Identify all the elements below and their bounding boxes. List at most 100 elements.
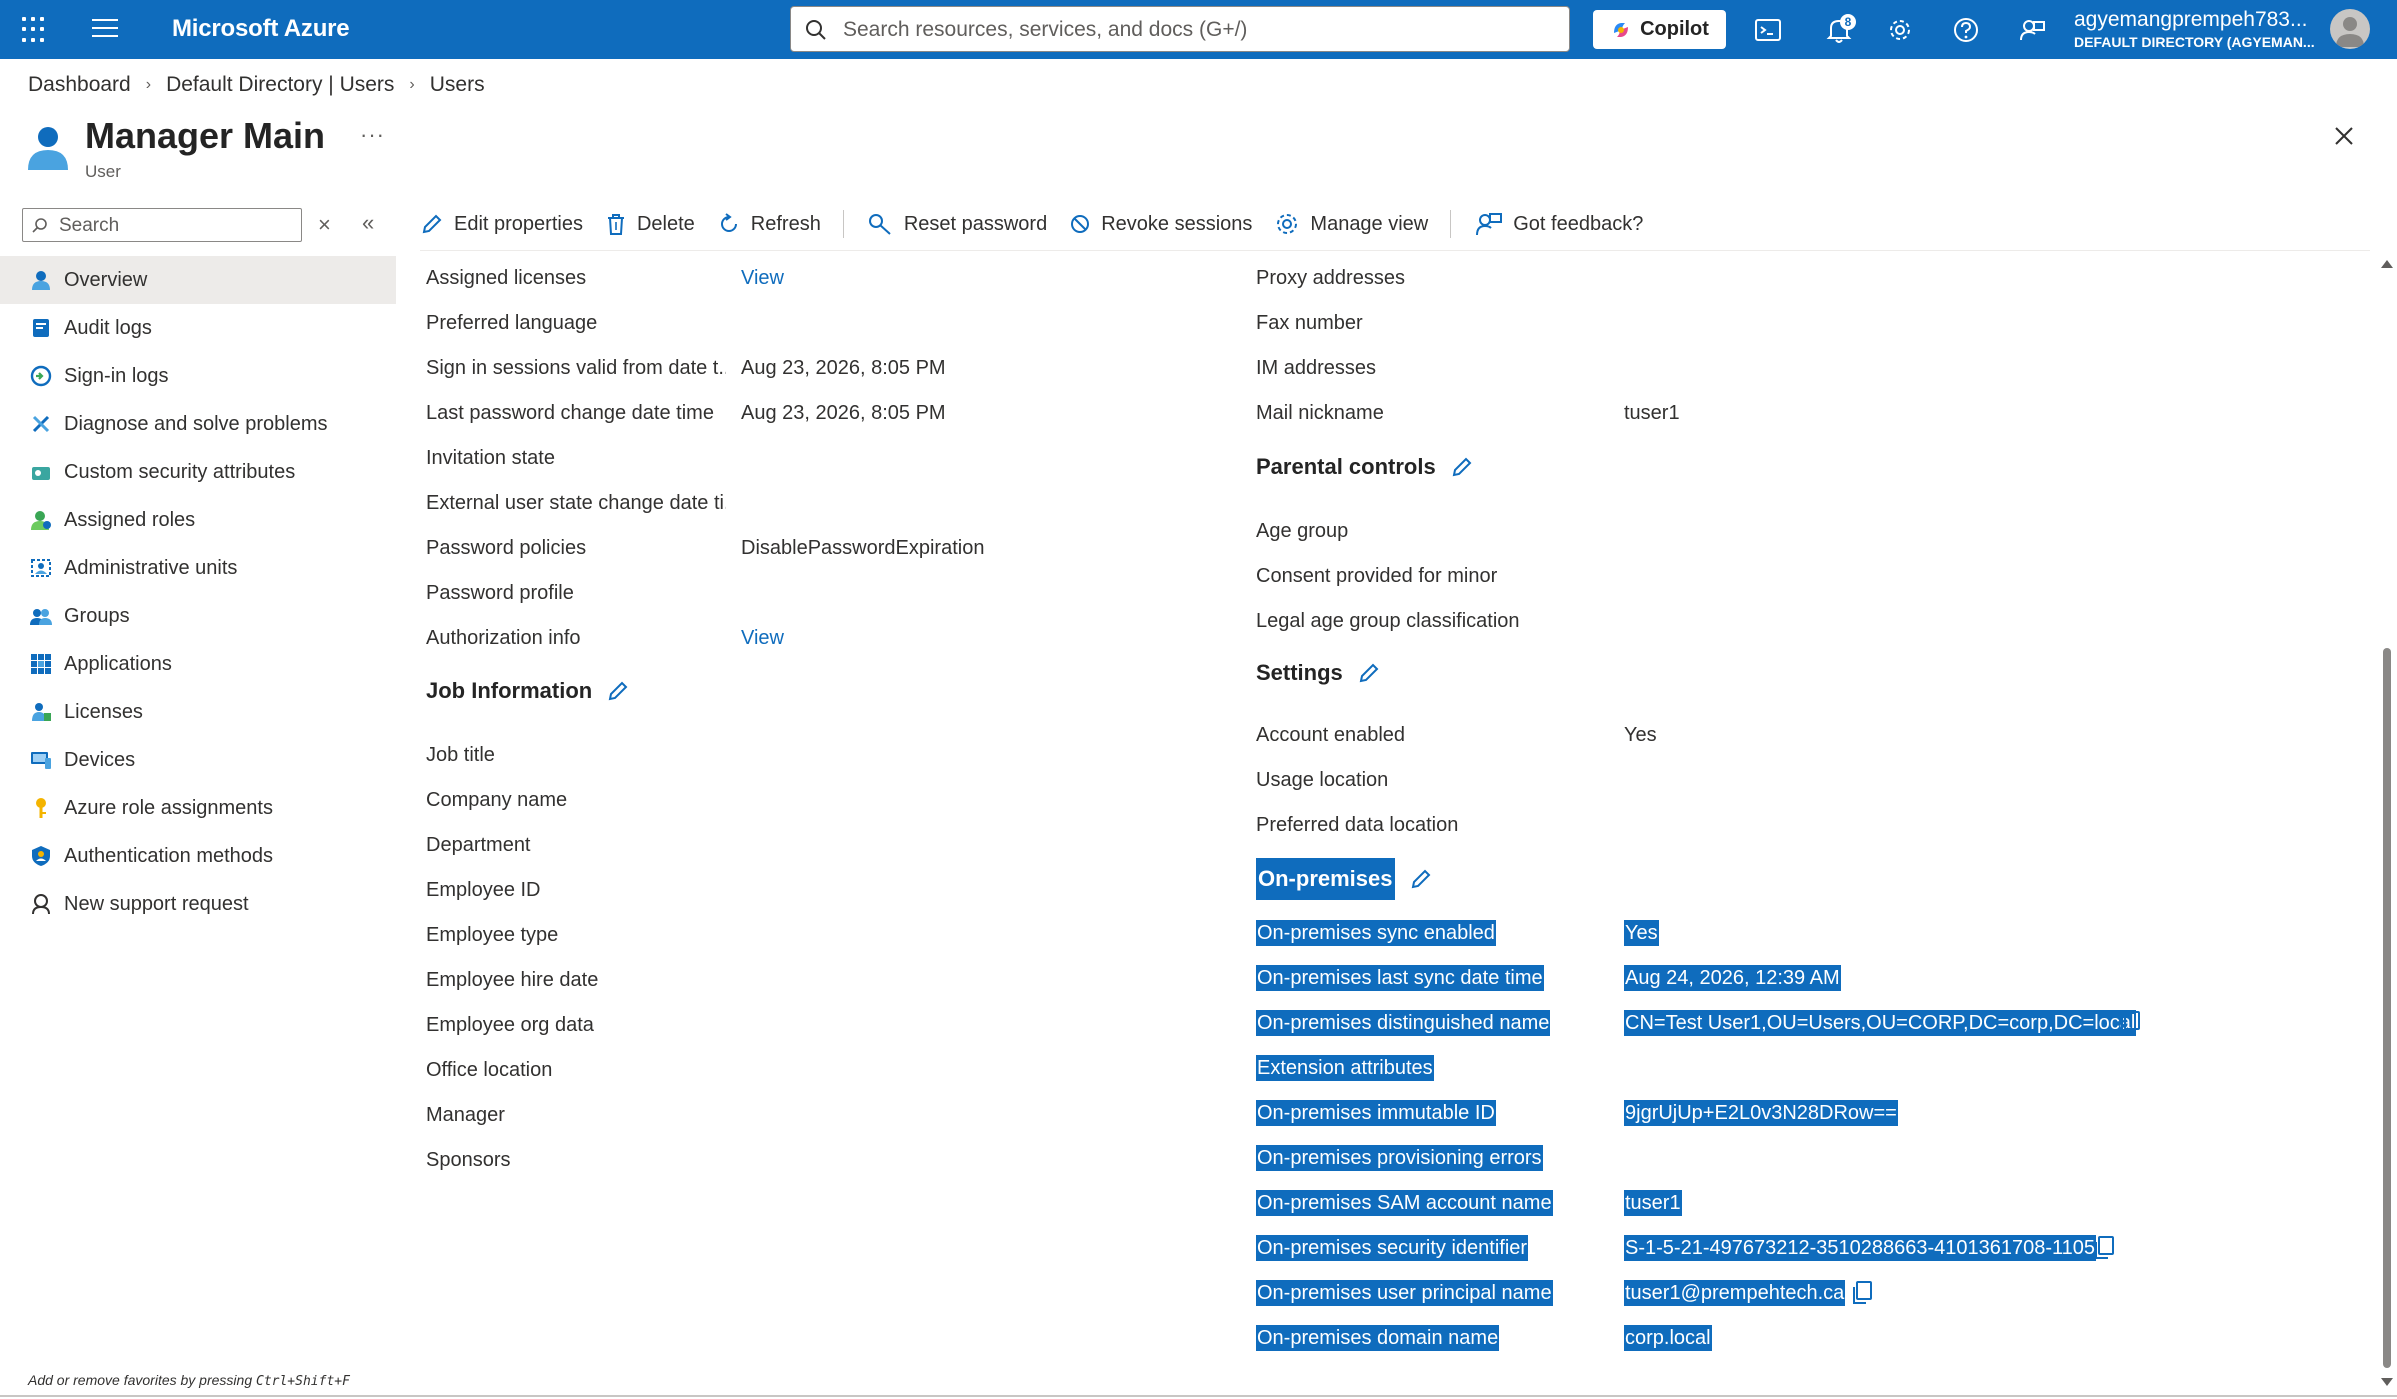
property-label: Preferred data location [1256,814,1459,836]
property-label: Password policies [426,537,587,559]
copy-icon[interactable] [2118,1010,2142,1036]
wrench-icon [28,411,54,437]
property-label: Authorization info [426,627,581,649]
breadcrumb-users[interactable]: Users [430,73,485,97]
notifications-icon[interactable]: 8 [1823,14,1856,46]
property-label: On-premises distinguished name [1256,1010,1551,1036]
nav-item-authentication-methods[interactable]: Authentication methods [0,832,396,880]
property-label: Password profile [426,582,574,604]
nav-item-azure-role-assignments[interactable]: Azure role assignments [0,784,396,832]
nav-item-groups[interactable]: Groups [0,592,396,640]
property-label: Account enabled [1256,724,1406,746]
property-label: Proxy addresses [1256,267,1405,289]
edit-properties-button[interactable]: Edit properties [420,212,583,236]
notification-count-badge: 8 [1840,14,1856,30]
vertical-scrollbar[interactable] [2378,258,2394,1388]
property-label: Manager [426,1104,505,1126]
account-name: agyemangprempeh783... [2074,8,2308,31]
property-value: Aug 23, 2026, 8:05 PM [741,402,946,424]
collapse-nav-icon[interactable]: « [362,210,374,236]
nav-item-overview[interactable]: Overview [0,256,396,304]
nav-item-label: Audit logs [64,316,152,339]
toolbar-divider [1450,210,1452,238]
favorites-hint: Add or remove favorites by pressing Ctrl… [28,1372,350,1389]
nav-item-devices[interactable]: Devices [0,736,396,784]
feedback-icon[interactable] [2016,14,2048,46]
edit-pencil-icon[interactable] [606,679,630,703]
property-value: Yes [1624,724,1657,746]
app-launcher-icon[interactable] [22,16,48,43]
chevron-right-icon: › [409,76,415,93]
nav-item-assigned-roles[interactable]: Assigned roles [0,496,396,544]
key-search-icon [868,214,891,235]
account-menu[interactable]: agyemangprempeh783... DEFAULT DIRECTORY … [2074,8,2334,50]
global-search[interactable] [790,6,1570,52]
property-label: Usage location [1256,769,1389,791]
nav-item-custom-security-attributes[interactable]: Custom security attributes [0,448,396,496]
property-label: Employee ID [426,879,541,901]
authorization-info-view-link[interactable]: View [741,623,784,653]
nav-search-input[interactable] [57,213,291,239]
applications-icon [28,651,54,677]
manage-view-button[interactable]: Manage view [1274,211,1428,237]
settings-gear-icon[interactable] [1884,14,1916,46]
feedback-button[interactable]: Got feedback? [1475,211,1643,237]
nav-item-applications[interactable]: Applications [0,640,396,688]
copilot-button[interactable]: Copilot [1593,10,1726,49]
nav-item-licenses[interactable]: Licenses [0,688,396,736]
brand-title[interactable]: Microsoft Azure [172,15,350,43]
nav-item-label: Custom security attributes [64,460,296,483]
property-label: Employee hire date [426,969,599,991]
breadcrumb-directory-users[interactable]: Default Directory | Users [166,73,394,97]
property-label: On-premises provisioning errors [1256,1145,1543,1171]
edit-pencil-icon[interactable] [1409,867,1433,891]
job-information-heading: Job Information [426,678,630,704]
help-icon[interactable] [1950,14,1982,46]
property-value: CN=Test User1,OU=Users,OU=CORP,DC=corp,D… [1624,1010,2137,1036]
property-label: Assigned licenses [426,267,587,289]
portal-menu-icon[interactable] [92,19,118,39]
resource-menu: Overview Audit logs Sign-in logs Diagnos… [0,256,396,928]
scroll-down-arrow-icon[interactable] [2381,1378,2393,1386]
nav-item-administrative-units[interactable]: Administrative units [0,544,396,592]
delete-button[interactable]: Delete [605,212,695,236]
copilot-label: Copilot [1640,18,1709,40]
reset-password-button[interactable]: Reset password [868,212,1047,236]
cloud-shell-icon[interactable] [1752,14,1784,46]
nav-search[interactable] [22,208,302,242]
assigned-licenses-view-link[interactable]: View [741,263,784,293]
nav-item-diagnose[interactable]: Diagnose and solve problems [0,400,396,448]
global-search-input[interactable] [841,15,1545,45]
trash-icon [607,214,624,235]
property-value: 9jgrUjUp+E2L0v3N28DRow== [1624,1100,1898,1126]
edit-pencil-icon[interactable] [1450,455,1474,479]
property-label: Legal age group classification [1256,610,1520,632]
clear-search-icon[interactable]: × [318,212,331,238]
property-label: Sponsors [426,1149,511,1171]
gear-icon [1277,214,1298,234]
nav-item-sign-in-logs[interactable]: Sign-in logs [0,352,396,400]
property-label: Fax number [1256,312,1363,334]
search-icon [806,20,826,40]
revoke-sessions-button[interactable]: Revoke sessions [1069,213,1252,236]
scrollbar-thumb[interactable] [2383,648,2391,1368]
nav-item-new-support-request[interactable]: New support request [0,880,396,928]
breadcrumb-dashboard[interactable]: Dashboard [28,73,131,97]
edit-pencil-icon[interactable] [1357,661,1381,685]
property-value: DisablePasswordExpiration [741,537,985,559]
search-icon [32,218,47,233]
refresh-button[interactable]: Refresh [717,212,821,236]
copy-icon[interactable] [1850,1280,1874,1306]
close-icon[interactable] [2330,122,2358,150]
window-bottom-border [0,1395,2397,1397]
nav-item-label: Authentication methods [64,844,274,867]
nav-item-audit-logs[interactable]: Audit logs [0,304,396,352]
scroll-up-arrow-icon[interactable] [2381,260,2393,268]
more-options-icon[interactable]: ··· [360,122,385,148]
property-value: Aug 24, 2026, 12:39 AM [1624,965,1841,991]
property-label: Invitation state [426,447,555,469]
top-bar: Microsoft Azure Copilot 8 agyemangprempe… [0,0,2397,59]
copy-icon[interactable] [2092,1235,2116,1261]
user-icon [26,124,70,177]
avatar[interactable] [2330,9,2370,49]
